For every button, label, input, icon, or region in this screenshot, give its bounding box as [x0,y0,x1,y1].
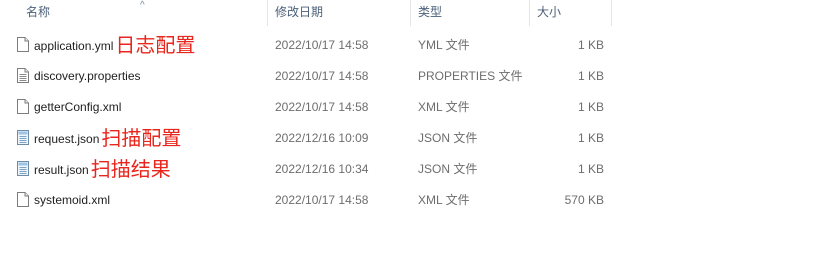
file-name[interactable]: systemoid.xml [34,192,110,208]
file-type: XML 文件 [418,100,470,114]
file-row[interactable]: systemoid.xml 2022/10/17 14:58 XML 文件 570 K… [0,185,612,216]
document-icon [17,192,29,207]
file-modified-date: 2022/10/17 14:58 [275,38,369,52]
column-header-size[interactable]: 大小 [531,0,612,26]
file-name-text: application.yml [34,39,114,53]
file-row[interactable]: request.json 扫描配置 2022/12/16 10:09 JSON 文件 1… [0,123,612,154]
file-size: 1 KB [577,162,604,176]
red-annotation: 扫描结果 [90,157,171,181]
file-size: 1 KB [577,131,604,145]
file-name-text: getterConfig.xml [34,100,122,114]
file-type: PROPERTIES 文件 [418,69,523,83]
file-size: 570 KB [564,193,604,207]
sort-ascending-icon: ^ [140,0,145,11]
red-annotation: 日志配置 [115,33,196,57]
file-name[interactable]: result.json 扫描结果 [34,159,171,179]
file-name-text: systemoid.xml [34,193,111,207]
json-file-icon [17,161,29,176]
file-name[interactable]: getterConfig.xml [34,99,121,115]
file-row[interactable]: application.yml 日志配置 2022/10/17 14:58 YML 文… [0,30,612,61]
file-type: XML 文件 [418,193,470,207]
file-name-text: discovery.properties [34,69,141,83]
file-modified-date: 2022/10/17 14:58 [275,193,369,207]
file-name[interactable]: application.yml 日志配置 [34,35,195,55]
file-size: 1 KB [577,69,604,83]
file-type: JSON 文件 [418,131,478,145]
file-row[interactable]: getterConfig.xml 2022/10/17 14:58 XML 文件 1 … [0,92,612,123]
file-name-text: request.json [34,132,100,146]
document-icon [17,37,29,52]
file-modified-date: 2022/10/17 14:58 [275,69,369,83]
column-header-date[interactable]: 修改日期 [269,0,411,26]
file-type: JSON 文件 [418,162,478,176]
file-modified-date: 2022/10/17 14:58 [275,100,369,114]
file-modified-date: 2022/12/16 10:34 [275,162,369,176]
file-type: YML 文件 [418,38,470,52]
json-file-icon [17,130,29,145]
file-name[interactable]: request.json 扫描配置 [34,128,181,148]
file-name-text: result.json [34,163,89,177]
file-row[interactable]: result.json 扫描结果 2022/12/16 10:34 JSON 文件 1 … [0,154,612,185]
red-annotation: 扫描配置 [101,126,182,150]
file-row[interactable]: discovery.properties 2022/10/17 14:58 PROP… [0,61,612,92]
file-size: 1 KB [577,100,604,114]
document-icon [17,99,29,114]
column-header-bar: 名称 ^ 修改日期 类型 大小 [0,0,612,26]
file-size: 1 KB [577,38,604,52]
column-header-type[interactable]: 类型 [412,0,530,26]
file-modified-date: 2022/12/16 10:09 [275,131,369,145]
text-document-icon [17,68,29,83]
file-name[interactable]: discovery.properties [34,68,141,84]
